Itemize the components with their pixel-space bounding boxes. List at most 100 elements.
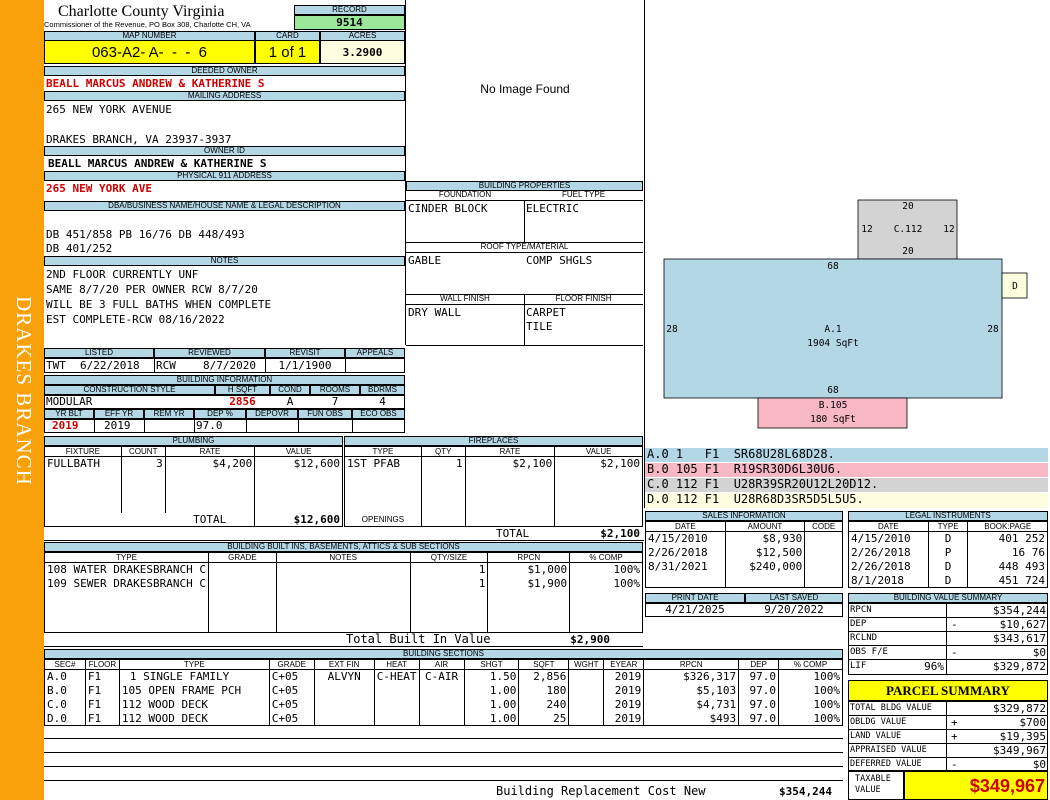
replacement-cost-value: $354,244	[779, 785, 832, 798]
notes-line-4: EST COMPLETE-RCW 08/16/2022	[46, 313, 225, 326]
card-value: 1 of 1	[255, 40, 320, 64]
parcel-summary-title: PARCEL SUMMARY	[848, 680, 1048, 701]
table-row: 109 SEWER DRAKESBRANCH C 1 $1,900 100%	[44, 576, 643, 591]
physical-address: 265 NEW YORK AVE	[46, 182, 152, 195]
value-summary-label-3: OBS F/E	[850, 647, 888, 657]
fireplaces-label: FIREPLACES	[344, 436, 643, 446]
owner-id-label: OWNER ID	[44, 146, 405, 156]
rooms-value: 7	[331, 395, 339, 408]
ecoobs-label: ECO OBS	[352, 409, 405, 419]
county-title: Charlotte County Virginia	[58, 3, 225, 20]
sales-table: DATE AMOUNT CODE 4/15/2010 $8,930 2/26/2018…	[645, 521, 843, 588]
plumbing-label: PLUMBING	[44, 436, 343, 446]
floor-value-1: CARPET	[526, 306, 566, 319]
construction-label: CONSTRUCTION STYLE	[44, 385, 215, 395]
taxable-value: $349,967	[904, 771, 1048, 800]
sketch-code-row: C.0 112 F1 U28R39SR20U12L20D12.	[645, 478, 1048, 493]
record-label: RECORD	[294, 5, 405, 15]
value-summary-label-1: DEP	[850, 619, 867, 629]
parcel-value-0: $329,872	[993, 702, 1046, 715]
building-properties-label: BUILDING PROPERTIES	[406, 181, 643, 191]
roof-label: ROOF TYPE/MATERIAL	[406, 242, 643, 252]
building-info-label: BUILDING INFORMATION	[44, 375, 405, 385]
mailing-address-label: MAILING ADDRESS	[44, 91, 405, 101]
sketch-code-row: A.0 1 F1 SR68U28L68D28.	[645, 448, 1048, 463]
fireplaces-total-label: TOTAL	[496, 527, 530, 540]
notes-line-1: 2ND FLOOR CURRENTLY UNF	[46, 268, 199, 281]
building-sketch: 20 20 12 12 C.112 68 68 28 28 A.1 1904 S…	[663, 199, 1028, 429]
yrblt-label: YR BLT	[44, 409, 94, 419]
value-summary-pct-4: 96%	[924, 660, 944, 673]
depovr-label: DEPOVR	[246, 409, 298, 419]
builtins-total: $2,900	[570, 633, 610, 646]
builtins-label: BUILDING BUILT INS, BASEMENTS, ATTICS & …	[44, 542, 643, 552]
value-summary-value-3: $0	[1032, 646, 1046, 659]
reviewed-label: REVIEWED	[154, 348, 265, 358]
parcel-value-4: $0	[1032, 758, 1046, 771]
no-image-text: No Image Found	[480, 82, 570, 96]
table-row: 4/15/2010 $8,930	[645, 531, 843, 546]
sketch-c-left: 12	[861, 224, 872, 235]
table-row: 8/31/2021 $240,000	[645, 559, 843, 574]
effyr-value: 2019	[104, 419, 131, 432]
table-row: FULLBATH 3 $4,200 $12,600	[44, 456, 343, 471]
side-bar: DRAKES BRANCH	[0, 0, 44, 800]
replacement-cost-label: Building Replacement Cost New	[496, 784, 706, 798]
parcel-label-1: OBLDG VALUE	[850, 717, 907, 727]
sketch-a-area: 1904 SqFt	[807, 338, 858, 349]
value-summary-value-1: $10,627	[999, 618, 1046, 631]
notes-line-3: WILL BE 3 FULL BATHS WHEN COMPLETE	[46, 298, 272, 311]
parcel-label-3: APPRAISED VALUE	[850, 745, 927, 755]
dba-label: DBA/BUSINESS NAME/HOUSE NAME & LEGAL DES…	[44, 201, 405, 211]
dep-value: 97.0	[196, 419, 223, 432]
deeded-owner-label: DEEDED OWNER	[44, 66, 405, 76]
sketch-a-name: A.1	[824, 324, 841, 335]
mailing-line-2: DRAKES BRANCH, VA 23937-3937	[46, 133, 232, 146]
sketch-c-top: 20	[902, 201, 914, 212]
print-date-label: PRINT DATE	[645, 593, 745, 603]
deeded-owner: BEALL MARCUS ANDREW & KATHERINE S	[46, 77, 265, 90]
table-row: 4/15/2010 D 401 252	[848, 531, 1048, 546]
dep-label: DEP %	[194, 409, 246, 419]
sketch-d-name: D	[1012, 281, 1018, 292]
table-row: B.0 F1 105 OPEN FRAME PCH C+05 1.00 180 2019 $5…	[44, 683, 843, 698]
bdrms-label: BDRMS	[360, 385, 405, 395]
fuel-value: ELECTRIC	[526, 202, 579, 215]
roof-material: COMP SHGLS	[526, 254, 593, 267]
sketch-code-row: D.0 112 F1 U28R68D3SR5D5L5U5.	[645, 493, 1048, 508]
sketch-code-row: B.0 105 F1 R19SR30D6L30U6.	[645, 463, 1048, 478]
notes-line-2: SAME 8/7/20 PER OWNER RCW 8/7/20	[46, 283, 258, 296]
fireplaces-total: $2,100	[600, 527, 640, 540]
listed-label: LISTED	[44, 348, 154, 358]
table-row: 1ST PFAB 1 $2,100 $2,100	[344, 456, 643, 471]
mailing-line-1: 265 NEW YORK AVENUE	[46, 103, 172, 116]
sections-label: BUILDING SECTIONS	[44, 649, 843, 659]
value-summary-label: BUILDING VALUE SUMMARY	[848, 593, 1048, 603]
rooms-label: ROOMS	[310, 385, 360, 395]
parcel-label-2: LAND VALUE	[850, 731, 902, 741]
floor-value-2: TILE	[526, 320, 553, 333]
value-summary-label-2: RCLND	[850, 633, 878, 643]
value-summary-label-0: RPCN	[850, 605, 872, 615]
print-date: 4/21/2025	[665, 603, 725, 616]
fireplaces-table: TYPE QTY RATE VALUE 1ST PFAB 1 $2,100 $2,100 O…	[344, 446, 643, 527]
legal-instruments-table: DATE TYPE BOOK:PAGE 4/15/2010 D 401 252 2/26…	[848, 521, 1048, 588]
cond-label: COND	[270, 385, 310, 395]
acres-value: 3.2900	[320, 40, 405, 64]
table-row: 8/1/2018 D 451 724	[848, 573, 1048, 588]
value-summary-label-4: LIF	[850, 661, 867, 671]
sketch-a-right: 28	[987, 324, 999, 335]
table-row: 108 WATER DRAKESBRANCH C 1 $1,000 100%	[44, 562, 643, 577]
table-row: A.0 F1 1 SINGLE FAMILY C+05 ALVYN C-HEAT C-AIR…	[44, 669, 843, 684]
parcel-label-0: TOTAL BLDG VALUE	[850, 703, 932, 713]
table-row: 2/26/2018 P 16 76	[848, 545, 1048, 560]
parcel-value-3: $349,967	[993, 744, 1046, 757]
table-row: 2/26/2018 D 448 493	[848, 559, 1048, 574]
effyr-label: EFF YR	[94, 409, 144, 419]
foundation-value: CINDER BLOCK	[408, 202, 488, 215]
sketch-a-top: 68	[827, 261, 839, 272]
table-row: C.0 F1 112 WOOD DECK C+05 1.00 240 2019 $4,731 9…	[44, 697, 843, 712]
sketch-c-right: 12	[943, 224, 954, 235]
appeals-label: APPEALS	[345, 348, 405, 358]
last-saved-label: LAST SAVED	[745, 593, 843, 603]
